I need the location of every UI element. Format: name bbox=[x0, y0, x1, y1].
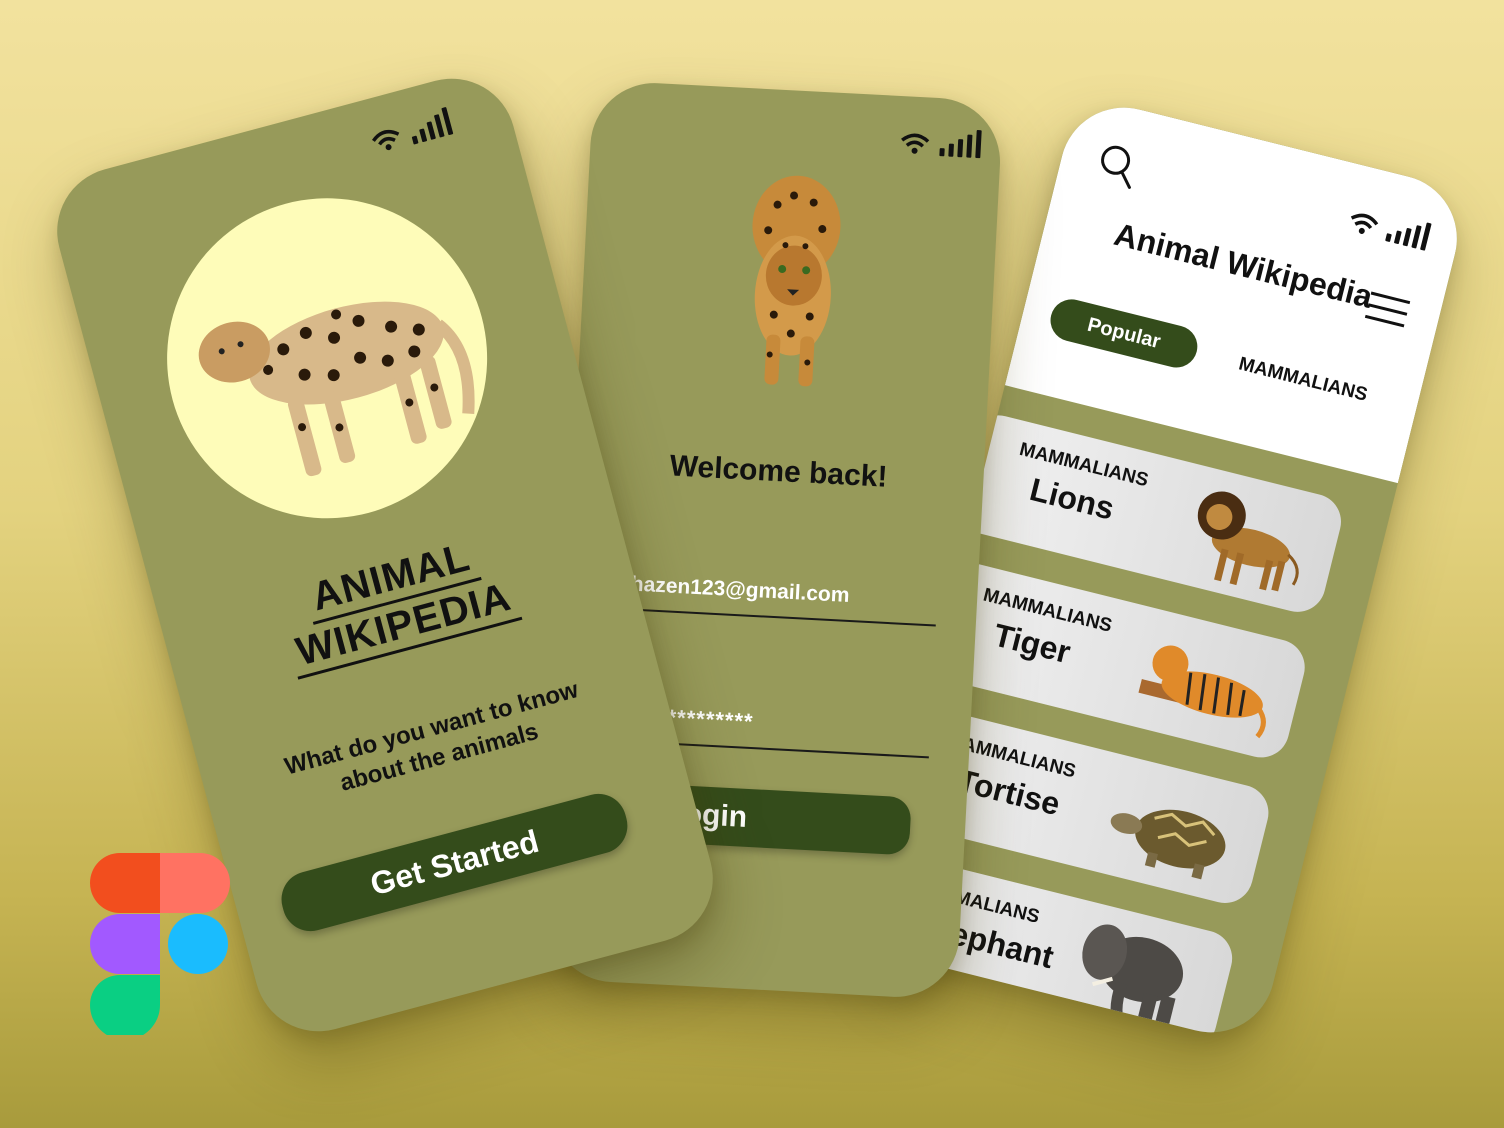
signal-bar-icon bbox=[419, 128, 428, 143]
signal-bar-icon bbox=[975, 129, 982, 159]
signal-bar-icon bbox=[411, 135, 419, 145]
tagline: What do you want to know about the anima… bbox=[281, 676, 582, 797]
app-title: ANIMAL WIKIPEDIA bbox=[197, 505, 599, 701]
signal-bar-icon bbox=[939, 148, 945, 157]
signal-bar-icon bbox=[1393, 230, 1402, 245]
elephant-image-icon bbox=[1082, 924, 1184, 1034]
wifi-icon bbox=[901, 133, 930, 154]
wifi-icon bbox=[371, 129, 400, 151]
tortoise-image-icon bbox=[1110, 809, 1226, 880]
status-signal bbox=[899, 126, 982, 159]
welcome-heading: Welcome back! bbox=[668, 449, 889, 494]
lion-image-icon bbox=[1197, 491, 1299, 592]
signal-bar-icon bbox=[957, 139, 964, 158]
status-signal bbox=[368, 106, 454, 155]
signal-bar-icon bbox=[426, 121, 436, 140]
figma-logo-icon bbox=[90, 853, 230, 1035]
email-field[interactable]: kshazen123@gmail.com bbox=[606, 571, 938, 627]
signal-bar-icon bbox=[1385, 233, 1392, 243]
get-started-button[interactable]: Get Started bbox=[275, 787, 634, 938]
tiger-image-icon bbox=[1138, 645, 1266, 739]
jaguar-image-icon bbox=[752, 175, 841, 387]
signal-bar-icon bbox=[1402, 227, 1412, 247]
signal-bar-icon bbox=[948, 143, 954, 157]
signal-bar-icon bbox=[966, 134, 973, 158]
